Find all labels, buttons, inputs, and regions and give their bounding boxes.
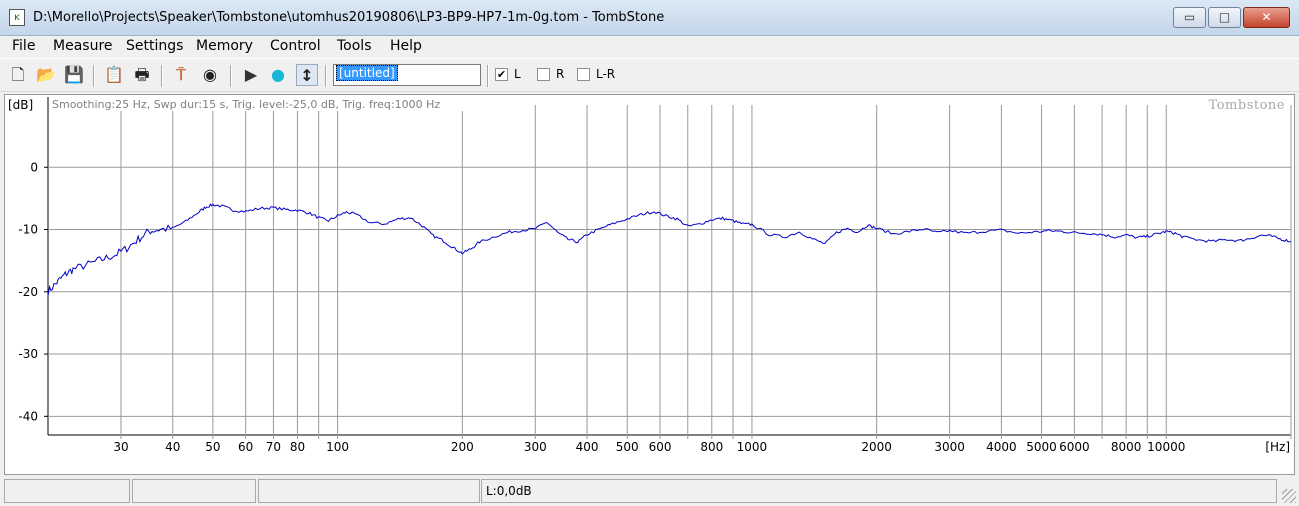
window-title: D:\Morello\Projects\Speaker\Tombstone\ut… — [33, 10, 665, 25]
x-tick-label: 50 — [205, 440, 220, 454]
toolbar: 🗋 📂 💾 📋 🖶 ⍑ ◉ ▶ ● ↕ [untitled] ✔ L R L-R — [0, 58, 1299, 92]
x-tick-label: 600 — [649, 440, 672, 454]
x-tick-label: 200 — [451, 440, 474, 454]
tombstone-watermark: Tombstone — [1209, 98, 1285, 113]
x-tick-label: 6000 — [1059, 440, 1090, 454]
checkbox-l-label: L — [514, 67, 521, 81]
checkbox-l-r-label: L-R — [596, 67, 616, 81]
x-tick-label: 4000 — [986, 440, 1017, 454]
x-tick-label: 80 — [290, 440, 305, 454]
measurement-info-text: Smoothing:25 Hz, Swp dur:15 s, Trig. lev… — [52, 98, 440, 111]
toolbar-separator — [230, 65, 232, 87]
y-unit-label: [dB] — [8, 98, 33, 112]
title-bar: ĸ D:\Morello\Projects\Speaker\Tombstone\… — [0, 0, 1299, 36]
copy-icon[interactable]: 📋 — [103, 64, 125, 86]
checkbox-l-r[interactable] — [577, 68, 590, 81]
x-tick-label: 1000 — [737, 440, 768, 454]
status-panel-1 — [4, 479, 130, 503]
minimize-button[interactable]: ▭ — [1173, 7, 1206, 28]
y-tick-label: 0 — [30, 160, 38, 174]
x-tick-label: 800 — [700, 440, 723, 454]
checkbox-r[interactable] — [537, 68, 550, 81]
menu-tools[interactable]: Tools — [337, 38, 372, 54]
y-tick-label: -20 — [18, 285, 38, 299]
menu-memory[interactable]: Memory — [196, 38, 253, 54]
x-tick-label: 100 — [326, 440, 349, 454]
x-tick-label: 5000 — [1026, 440, 1057, 454]
monitor-icon[interactable]: ● — [267, 64, 289, 86]
close-button[interactable]: ✕ — [1243, 7, 1290, 28]
x-unit-label: [Hz] — [1265, 440, 1290, 454]
play-icon[interactable]: ▶ — [240, 64, 262, 86]
open-icon[interactable]: 📂 — [35, 64, 57, 86]
x-tick-label: 400 — [576, 440, 599, 454]
x-tick-label: 8000 — [1111, 440, 1142, 454]
y-tick-label: -30 — [18, 347, 38, 361]
menu-settings[interactable]: Settings — [126, 38, 183, 54]
frequency-response-chart[interactable]: 0 -10 -20 -30 -40 30 40 50 60 70 80 100 200 300 400 500… — [4, 94, 1295, 475]
toolbar-separator — [487, 65, 489, 87]
x-tick-label: 500 — [616, 440, 639, 454]
status-bar: L:0,0dB — [0, 477, 1299, 506]
status-panel-3 — [258, 479, 480, 503]
measurement-name-input[interactable]: [untitled] — [333, 64, 481, 86]
x-tick-label: 10000 — [1147, 440, 1185, 454]
menu-measure[interactable]: Measure — [53, 38, 113, 54]
tombstone-app-icon[interactable]: ĸ — [9, 9, 25, 26]
checkbox-l[interactable]: ✔ — [495, 68, 508, 81]
x-tick-label: 2000 — [861, 440, 892, 454]
speaker-icon[interactable]: ◉ — [199, 64, 221, 86]
new-icon[interactable]: 🗋 — [7, 64, 29, 86]
x-tick-label: 40 — [165, 440, 180, 454]
save-icon[interactable]: 💾 — [63, 64, 85, 86]
print-icon[interactable]: 🖶 — [131, 64, 153, 86]
menu-bar: File Measure Settings Memory Control Too… — [0, 36, 1299, 58]
menu-help[interactable]: Help — [390, 38, 422, 54]
x-tick-label: 70 — [266, 440, 281, 454]
chart-svg: 0 -10 -20 -30 -40 30 40 50 60 70 80 100 200 300 400 500… — [8, 97, 1292, 454]
x-tick-label: 60 — [238, 440, 253, 454]
toolbar-separator — [93, 65, 95, 87]
toolbar-separator — [161, 65, 163, 87]
x-tick-label: 30 — [113, 440, 128, 454]
menu-file[interactable]: File — [12, 38, 35, 54]
cursor-icon[interactable]: ↕ — [296, 64, 318, 86]
status-level-readout: L:0,0dB — [481, 479, 1277, 503]
response-curve-l — [47, 203, 1292, 296]
maximize-button[interactable]: □ — [1208, 7, 1241, 28]
status-panel-2 — [132, 479, 256, 503]
toolbar-separator — [325, 65, 327, 87]
menu-control[interactable]: Control — [270, 38, 321, 54]
y-tick-label: -10 — [18, 223, 38, 237]
checkbox-r-label: R — [556, 67, 565, 81]
x-tick-label: 3000 — [934, 440, 965, 454]
y-tick-label: -40 — [18, 409, 38, 423]
measurement-name-value: [untitled] — [336, 65, 398, 81]
resize-grip[interactable] — [1282, 489, 1296, 503]
x-tick-label: 300 — [524, 440, 547, 454]
probe-icon[interactable]: ⍑ — [170, 64, 192, 86]
